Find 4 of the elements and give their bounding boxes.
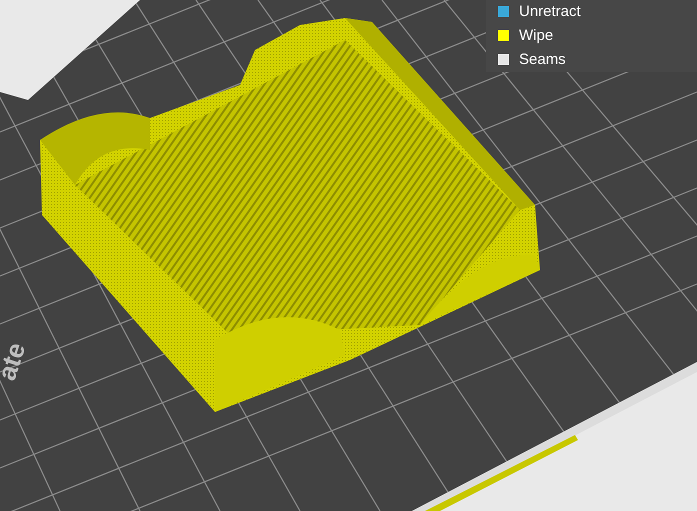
legend-label: Unretract	[519, 4, 581, 18]
legend-label: Wipe	[519, 28, 554, 42]
legend-label: Seams	[519, 52, 566, 66]
plate-label: ate	[0, 338, 32, 384]
